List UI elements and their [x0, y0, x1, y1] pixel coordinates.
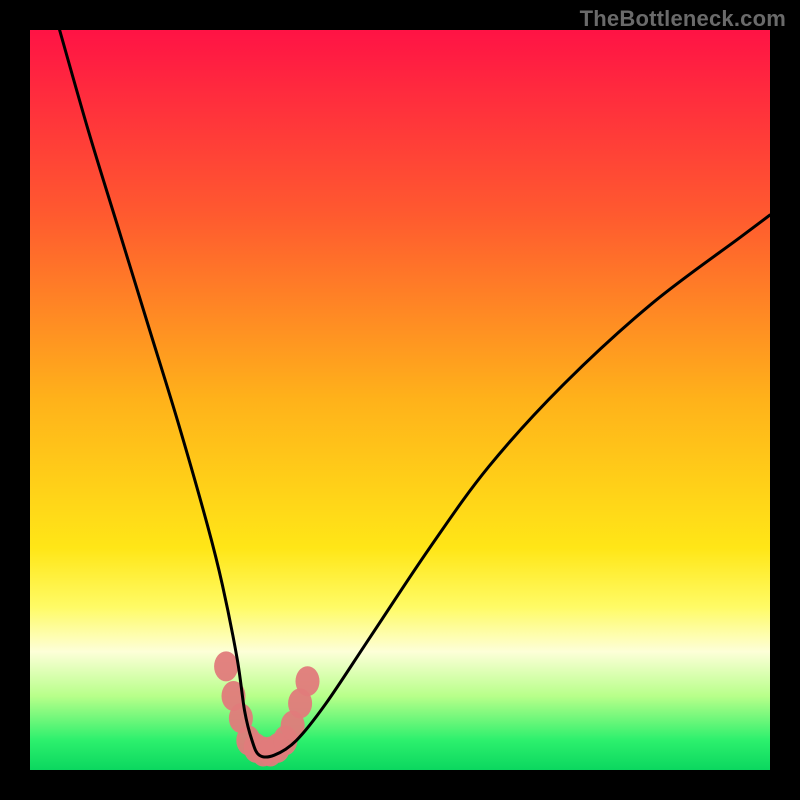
- min-marker: [214, 651, 238, 681]
- bottleneck-curve: [60, 30, 770, 757]
- min-marker: [296, 666, 320, 696]
- curve-overlay: [30, 30, 770, 770]
- plot-area: [30, 30, 770, 770]
- watermark-text: TheBottleneck.com: [580, 6, 786, 32]
- min-markers-group: [214, 651, 319, 766]
- chart-frame: TheBottleneck.com: [0, 0, 800, 800]
